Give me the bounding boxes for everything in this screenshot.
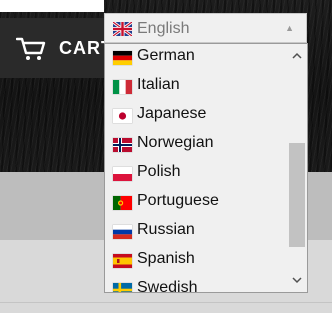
language-dropdown-list[interactable]: German Italian Japanese Norwegian Polish… — [104, 43, 308, 293]
poland-flag-icon — [113, 167, 132, 181]
option-label: Russian — [137, 221, 195, 238]
option-polish[interactable]: Polish — [105, 160, 287, 189]
option-japanese[interactable]: Japanese — [105, 102, 287, 131]
option-label: German — [137, 47, 195, 64]
cart-button[interactable]: CART — [0, 18, 112, 78]
uk-flag-icon — [113, 22, 132, 36]
dropdown-scrollbar[interactable] — [287, 44, 307, 292]
norway-flag-icon — [113, 138, 132, 152]
portugal-flag-icon — [113, 196, 132, 210]
option-spanish[interactable]: Spanish — [105, 247, 287, 276]
option-label: Swedish — [137, 279, 198, 293]
scroll-up-arrow-icon[interactable] — [287, 48, 307, 64]
scroll-thumb[interactable] — [289, 143, 305, 247]
italy-flag-icon — [113, 80, 132, 94]
option-label: Norwegian — [137, 134, 214, 151]
option-swedish[interactable]: Swedish — [105, 276, 287, 293]
option-label: Spanish — [137, 250, 195, 267]
option-label: Portuguese — [137, 192, 219, 209]
cart-icon — [16, 37, 46, 60]
top-strip — [0, 0, 104, 12]
scroll-down-arrow-icon[interactable] — [287, 273, 307, 289]
option-label: Polish — [137, 163, 181, 180]
option-german[interactable]: German — [105, 44, 287, 73]
caret-up-icon: ▲ — [285, 23, 294, 33]
russia-flag-icon — [113, 225, 132, 239]
language-select[interactable]: English ▲ — [104, 13, 307, 43]
germany-flag-icon — [113, 51, 132, 65]
divider — [0, 302, 332, 303]
option-russian[interactable]: Russian — [105, 218, 287, 247]
selected-language: English — [137, 20, 190, 37]
option-label: Italian — [137, 76, 180, 93]
option-label: Japanese — [137, 105, 207, 122]
option-portuguese[interactable]: Portuguese — [105, 189, 287, 218]
japan-flag-icon — [113, 109, 132, 123]
spain-flag-icon — [113, 254, 132, 268]
sweden-flag-icon — [113, 283, 132, 292]
option-italian[interactable]: Italian — [105, 73, 287, 102]
option-norwegian[interactable]: Norwegian — [105, 131, 287, 160]
